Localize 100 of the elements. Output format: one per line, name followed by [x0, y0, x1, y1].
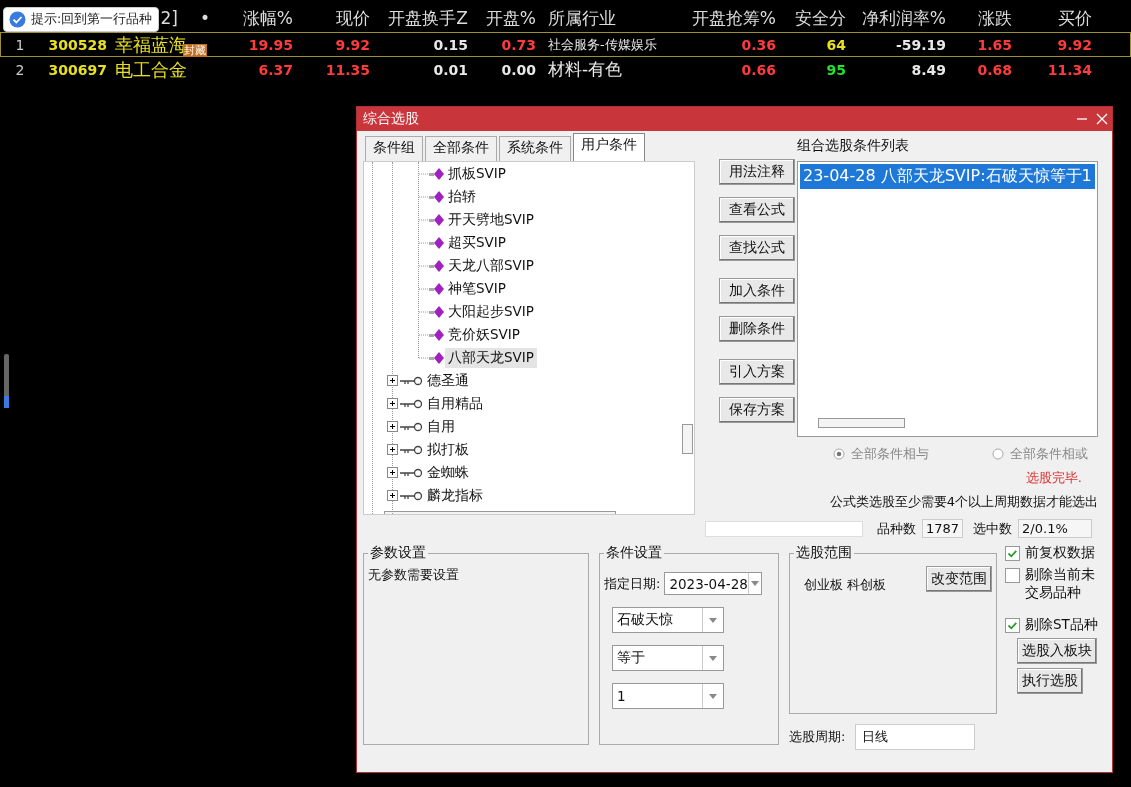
list-item[interactable]: 23-04-28 八部天龙SVIP:石破天惊等于1: [800, 164, 1095, 189]
dialog-button[interactable]: 引入方案: [719, 359, 795, 385]
row-number: 2: [14, 61, 26, 78]
tree-item[interactable]: 拟打板: [424, 439, 472, 460]
dialog-button[interactable]: 查找公式: [719, 235, 795, 261]
dropdown-arrow-icon[interactable]: [751, 581, 760, 586]
row-number: 1: [14, 36, 26, 53]
table-cell-text: 社会服务-传媒娱乐: [547, 35, 658, 54]
tree-item[interactable]: 开天劈地SVIP: [445, 209, 537, 230]
action-button[interactable]: 选股入板块: [1017, 638, 1097, 664]
table-cell-text: 9.92: [334, 36, 370, 53]
tree-item[interactable]: 竞价妖SVIP: [445, 324, 523, 345]
column-header[interactable]: 现价: [293, 6, 370, 30]
table-cell-text: 0.73: [500, 36, 536, 53]
column-header[interactable]: 买价: [1012, 6, 1092, 30]
radio-button[interactable]: [833, 448, 845, 460]
tree-item[interactable]: 八部天龙SVIP: [445, 347, 537, 368]
hint-text: 公式类选股至少需要4个以上周期数据才能选出: [828, 493, 1098, 511]
table-cell-text: 0.36: [740, 36, 776, 53]
action-button[interactable]: 执行选股: [1017, 668, 1083, 694]
column-header[interactable]: 涨幅%: [230, 6, 293, 30]
table-cell-text: 0.01: [432, 61, 468, 78]
tree-item[interactable]: 大阳起步SVIP: [445, 301, 537, 322]
key-icon: [400, 443, 424, 456]
table-cell-text: 64: [825, 36, 846, 53]
radio-label: 全部条件相或: [1010, 445, 1088, 463]
column-header[interactable]: 开盘换手Z: [370, 6, 468, 30]
table-cell-text: 材料-有色: [547, 58, 624, 81]
tree-item[interactable]: 天龙八部SVIP: [445, 255, 537, 276]
tree-item[interactable]: 自用: [424, 416, 458, 437]
column-header[interactable]: 涨跌: [946, 6, 1012, 30]
checkbox[interactable]: [1005, 546, 1020, 561]
count-label: 选中数: [973, 519, 1013, 538]
column-header[interactable]: •: [199, 8, 210, 28]
expand-toggle-icon[interactable]: [387, 398, 398, 409]
scrollbar-thumb[interactable]: [818, 418, 905, 428]
tree-item[interactable]: 德圣通: [424, 370, 472, 391]
table-cell-text: 0.00: [500, 61, 536, 78]
count-label: 品种数: [877, 519, 916, 538]
field-label: 指定日期:: [604, 574, 661, 593]
group-title: 选股范围: [795, 544, 853, 562]
dialog-button[interactable]: 查看公式: [719, 197, 795, 223]
date-dropdown[interactable]: 2023-04-28: [664, 572, 763, 595]
period-field[interactable]: 日线: [855, 724, 976, 750]
scope-text: 创业板 科创板: [804, 576, 887, 594]
column-header[interactable]: 安全分: [776, 6, 846, 30]
key-icon: [400, 397, 424, 410]
dialog-button[interactable]: 用法注释: [719, 159, 795, 185]
tree-item[interactable]: 神笔SVIP: [445, 278, 509, 299]
tree-item[interactable]: 抓板SVIP: [445, 163, 509, 184]
tree-item[interactable]: 金蜘蛛: [424, 462, 472, 483]
change-scope-button[interactable]: 改变范围: [926, 566, 992, 592]
dropdown-arrow-icon[interactable]: [709, 655, 717, 661]
table-cell-text: 11.34: [1046, 61, 1092, 78]
group-title: 条件设置: [605, 544, 663, 562]
tree-item[interactable]: 超买SVIP: [445, 232, 509, 253]
tree-item[interactable]: 抬轿: [445, 186, 479, 207]
check-icon: [9, 11, 26, 28]
table-cell-text: 11.35: [324, 61, 370, 78]
count-field: 1787: [922, 519, 964, 538]
radio-button[interactable]: [992, 448, 1004, 460]
dialog-button[interactable]: 保存方案: [719, 397, 795, 423]
table-cell-text: 19.95: [247, 36, 293, 53]
dropdown-arrow-icon[interactable]: [709, 617, 717, 623]
tree-item[interactable]: 自用精品: [424, 393, 486, 414]
checkbox[interactable]: [1005, 568, 1020, 583]
dialog-button[interactable]: 删除条件: [719, 316, 795, 342]
table-cell-text: 0.15: [432, 36, 468, 53]
column-header[interactable]: 2]: [160, 8, 178, 28]
expand-toggle-icon[interactable]: [387, 421, 398, 432]
expand-toggle-icon[interactable]: [387, 490, 398, 501]
column-header[interactable]: 净利润率%: [846, 6, 946, 30]
dropdown[interactable]: 1: [612, 683, 724, 709]
tab[interactable]: 条件组: [365, 136, 423, 161]
column-header[interactable]: 开盘抢筹%: [676, 6, 776, 30]
column-header[interactable]: 所属行业: [536, 6, 676, 30]
scrollbar-thumb[interactable]: [682, 424, 693, 454]
tree-item[interactable]: 麟龙指标: [424, 485, 486, 506]
expand-toggle-icon[interactable]: [387, 444, 398, 455]
dropdown[interactable]: 等于: [612, 645, 724, 671]
tab[interactable]: 系统条件: [499, 136, 571, 161]
key-icon: [400, 420, 424, 433]
table-cell-text: 8.49: [910, 61, 946, 78]
checkbox-label: 剔除当前未交易品种: [1025, 566, 1096, 602]
checkbox[interactable]: [1005, 618, 1020, 633]
tab[interactable]: 全部条件: [425, 136, 497, 161]
table-cell-text: 0.66: [740, 61, 776, 78]
column-header[interactable]: 开盘%: [468, 6, 536, 30]
expand-toggle-icon[interactable]: [387, 375, 398, 386]
dropdown-arrow-icon[interactable]: [709, 693, 717, 699]
dialog-button[interactable]: 加入条件: [719, 278, 795, 304]
dropdown[interactable]: 石破天惊: [612, 607, 724, 633]
stock-name: 电工合金: [115, 57, 187, 82]
key-icon: [400, 466, 424, 479]
tab[interactable]: 用户条件: [573, 133, 645, 161]
info-text: 无参数需要设置: [368, 566, 460, 584]
table-row[interactable]: 2 300697 电工合金 6.37 11.35 0.01 0.00 材料-有色 0.66 95 8.49 0.68 11.34: [0, 57, 1131, 82]
expand-toggle-icon[interactable]: [387, 467, 398, 478]
checkbox-label: 前复权数据: [1025, 544, 1095, 562]
list-label: 组合选股条件列表: [797, 136, 910, 155]
